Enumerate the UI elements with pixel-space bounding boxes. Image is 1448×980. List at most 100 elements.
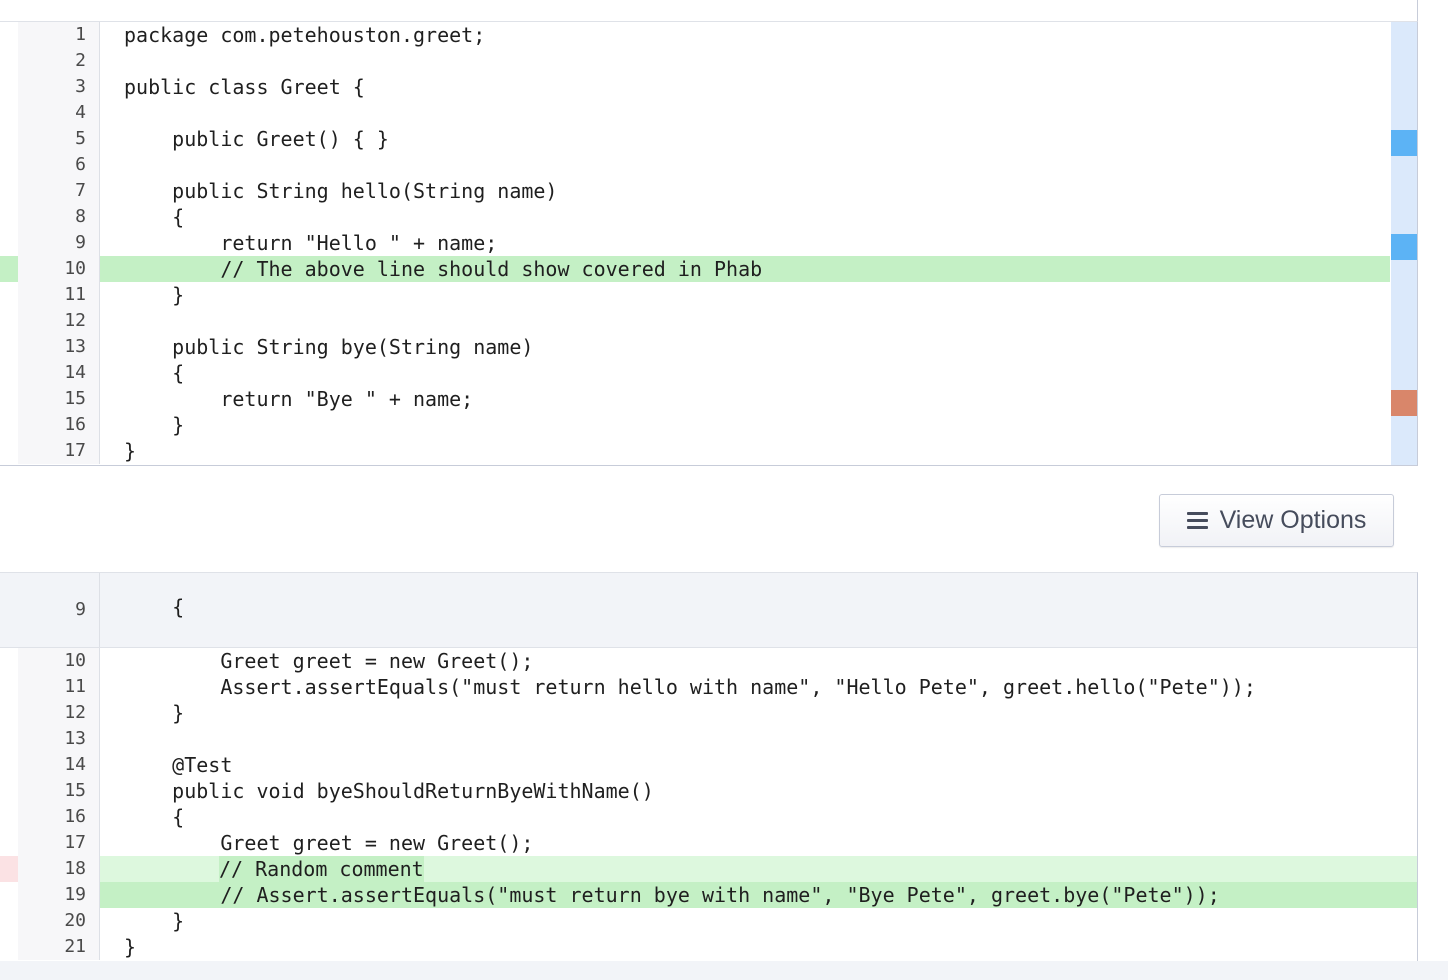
line-number[interactable]: 10 [64, 648, 86, 674]
line-number[interactable]: 11 [64, 674, 86, 700]
line-number[interactable]: 6 [75, 152, 86, 178]
line-number[interactable]: 14 [64, 360, 86, 386]
line-number[interactable]: 7 [75, 178, 86, 204]
code-row: 16 } [0, 412, 1390, 438]
code-row: 10 Greet greet = new Greet(); [0, 648, 1417, 674]
line-number-gutter: 16 [18, 804, 100, 830]
code-row: 18 // Random comment [0, 856, 1417, 882]
code-row: 2 [0, 48, 1390, 74]
line-number[interactable]: 1 [75, 22, 86, 48]
diff-top-strip [0, 0, 1418, 21]
code-line: Assert.assertEquals("must return hello w… [124, 675, 1256, 699]
line-number-gutter: 21 [18, 934, 100, 960]
code-row: 17 Greet greet = new Greet(); [0, 830, 1417, 856]
code-line: { [124, 205, 185, 229]
code-line: public Greet() { } [124, 127, 389, 151]
code-row: 9 return "Hello " + name; [0, 230, 1390, 256]
highlighted-code-row: 10 // The above line should show covered… [0, 256, 1390, 282]
code-row: 6 [0, 152, 1390, 178]
line-number[interactable]: 10 [64, 256, 86, 282]
diff-file-greet: 1 package com.petehouston.greet; 2 3 public … [0, 21, 1418, 466]
view-options-label: View Options [1219, 506, 1367, 534]
code-line: } [124, 935, 137, 959]
line-number[interactable]: 17 [64, 438, 86, 464]
line-number[interactable]: 16 [64, 412, 86, 438]
code-row: 1 package com.petehouston.greet; [0, 22, 1390, 48]
code-line: } [124, 283, 185, 307]
line-number-gutter: 12 [18, 700, 100, 726]
code-line: } [124, 439, 137, 463]
line-number[interactable]: 20 [64, 908, 86, 934]
line-number-gutter: 9 [18, 230, 100, 256]
line-number-gutter: 4 [18, 100, 100, 126]
line-number-gutter: 13 [18, 726, 100, 752]
code-row: 4 [0, 100, 1390, 126]
code-line: package com.petehouston.greet; [124, 23, 486, 47]
code-row: 13 public String bye(String name) [0, 334, 1390, 360]
code-row: 17} [0, 438, 1390, 464]
line-number[interactable]: 15 [64, 778, 86, 804]
line-number[interactable]: 15 [64, 386, 86, 412]
code-line: } [124, 909, 185, 933]
coverage-bar [1391, 22, 1417, 465]
line-number-gutter: 19 [18, 882, 100, 908]
code-row: 5 public Greet() { } [0, 126, 1390, 152]
line-number[interactable]: 2 [75, 48, 86, 74]
line-number[interactable]: 3 [75, 74, 86, 100]
code-line: // Assert.assertEquals("must return bye … [124, 883, 1220, 907]
code-row: 12 [0, 308, 1390, 334]
code-line: // Random comment [219, 856, 424, 882]
hamburger-menu-icon [1186, 512, 1208, 529]
code-row: 12 } [0, 700, 1417, 726]
line-number[interactable]: 11 [64, 282, 86, 308]
code-line: return "Hello " + name; [124, 231, 498, 255]
code-line: Greet greet = new Greet(); [124, 831, 534, 855]
code-row: 8 { [0, 204, 1390, 230]
line-number-gutter: 14 [18, 752, 100, 778]
code-row: 16 { [0, 804, 1417, 830]
line-number[interactable]: 18 [64, 856, 86, 882]
line-number[interactable]: 12 [64, 700, 86, 726]
code-line: { [124, 361, 185, 385]
line-number-gutter: 14 [18, 360, 100, 386]
code-row: 14 { [0, 360, 1390, 386]
line-number: 9 [75, 599, 86, 620]
line-number-gutter: 7 [18, 178, 100, 204]
code-line: public class Greet { [124, 75, 365, 99]
code-row: 20 } [0, 908, 1417, 934]
line-number[interactable]: 14 [64, 752, 86, 778]
code-row: 15 return "Bye " + name; [0, 386, 1390, 412]
line-number-gutter: 12 [18, 308, 100, 334]
line-number[interactable]: 19 [64, 882, 86, 908]
code-row: 13 [0, 726, 1417, 752]
code-line: public void byeShouldReturnByeWithName() [124, 779, 654, 803]
line-number[interactable]: 17 [64, 830, 86, 856]
view-options-button[interactable]: View Options [1159, 494, 1394, 547]
line-number-gutter: 6 [18, 152, 100, 178]
line-number-gutter: 17 [18, 830, 100, 856]
line-number-gutter: 9 [18, 573, 100, 647]
line-number-gutter: 17 [18, 438, 100, 464]
code-row: 15 public void byeShouldReturnByeWithNam… [0, 778, 1417, 804]
line-number[interactable]: 12 [64, 308, 86, 334]
code-row: 11 } [0, 282, 1390, 308]
line-number[interactable]: 13 [64, 334, 86, 360]
line-number[interactable]: 4 [75, 100, 86, 126]
line-number[interactable]: 13 [64, 726, 86, 752]
line-number-gutter: 3 [18, 74, 100, 100]
code-line: } [124, 413, 185, 437]
line-number[interactable]: 9 [75, 230, 86, 256]
code-row: 3 public class Greet { [0, 74, 1390, 100]
line-number[interactable]: 21 [64, 934, 86, 960]
line-number-gutter: 18 [18, 856, 100, 882]
line-number-gutter: 2 [18, 48, 100, 74]
context-row[interactable]: 9 { [0, 573, 1417, 648]
code-row: 21} [0, 934, 1417, 960]
line-number-gutter: 15 [18, 386, 100, 412]
diff-bottom-strip [0, 961, 1448, 980]
line-number[interactable]: 8 [75, 204, 86, 230]
line-number[interactable]: 16 [64, 804, 86, 830]
line-number[interactable]: 5 [75, 126, 86, 152]
code-row: 14 @Test [0, 752, 1417, 778]
code-line: { [124, 805, 185, 829]
